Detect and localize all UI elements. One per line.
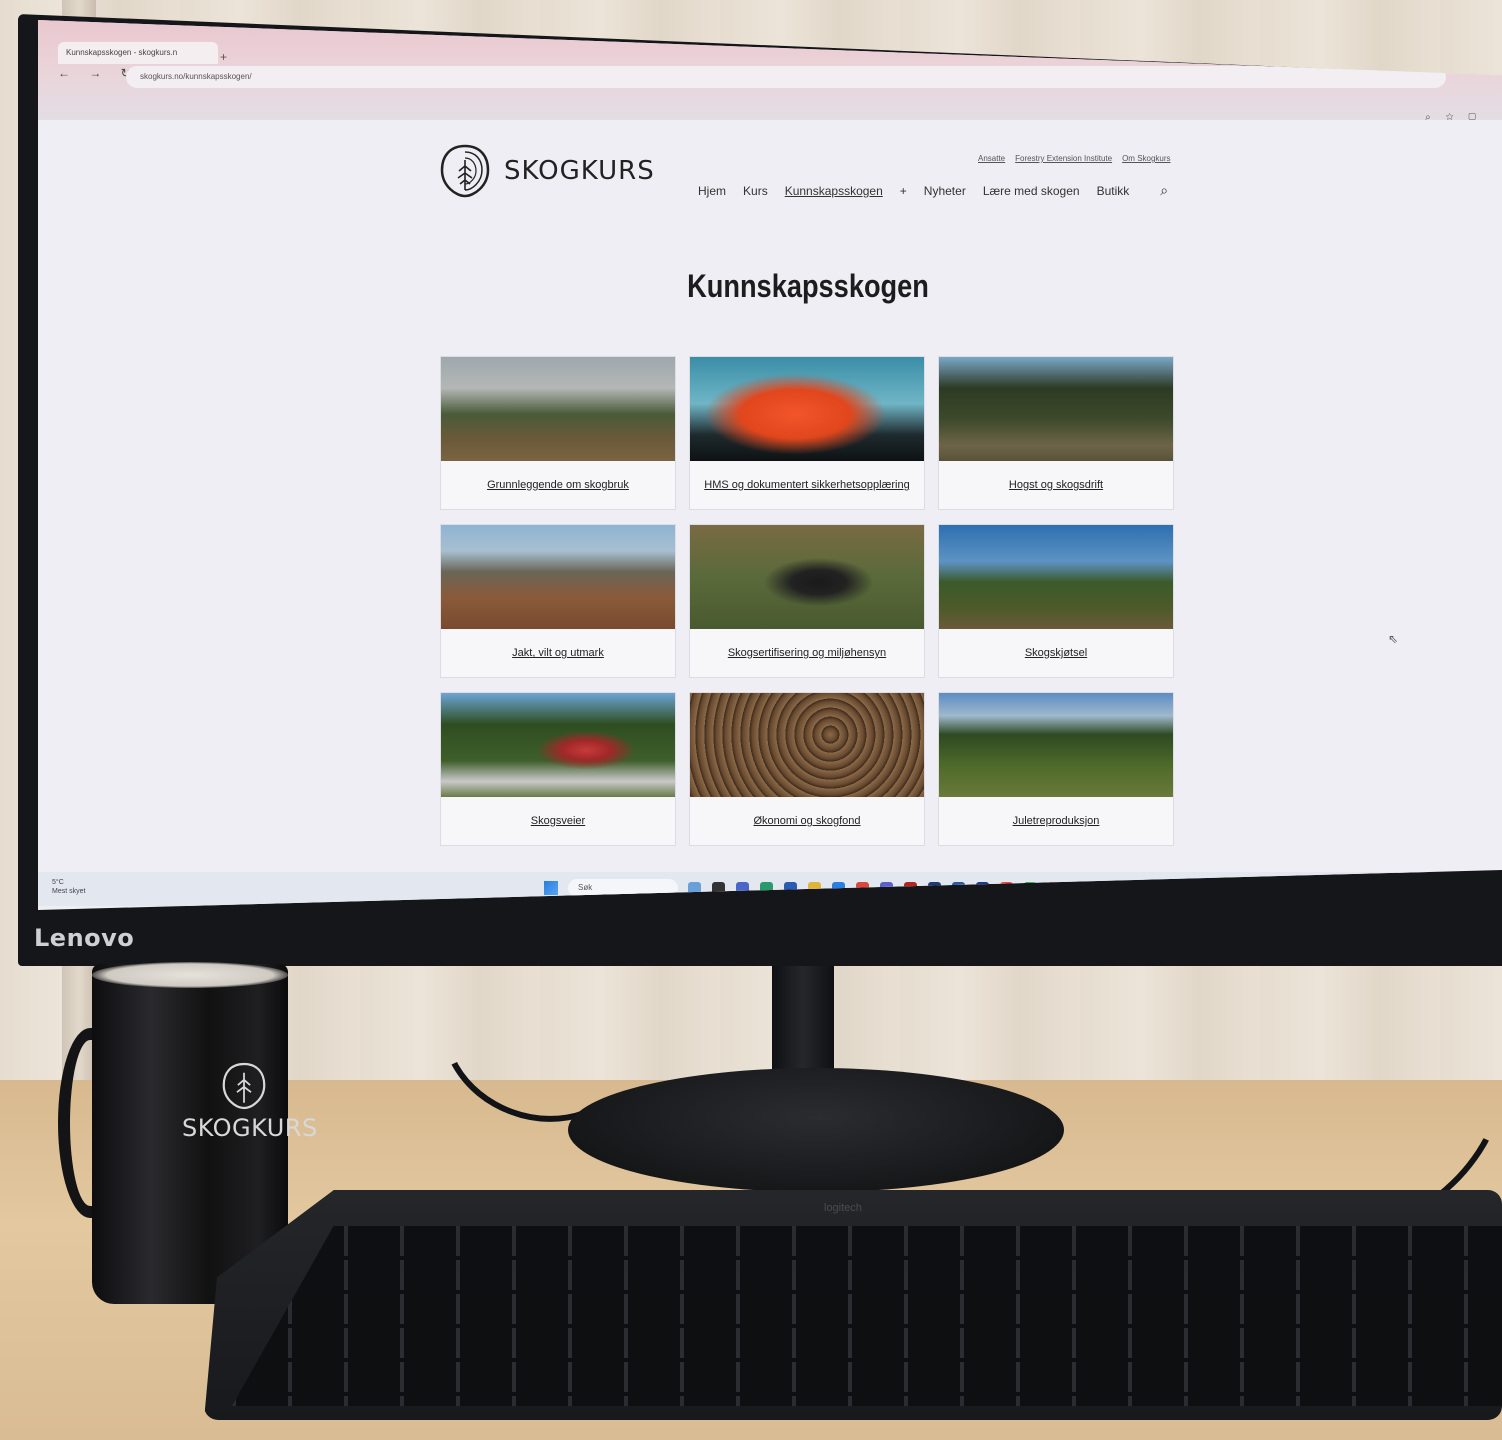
site-logo[interactable]: SKOGKURS xyxy=(440,144,655,198)
card-image[interactable] xyxy=(939,525,1173,629)
weather-widget[interactable]: 5°C Mest skyet xyxy=(52,878,85,896)
card-image[interactable] xyxy=(690,525,924,629)
card-label[interactable]: Juletreproduksjon xyxy=(939,797,1173,845)
keyboard-brand: logitech xyxy=(824,1202,862,1214)
topic-card[interactable]: Skogsertifisering og miljøhensyn xyxy=(689,524,925,678)
top-link-om[interactable]: Om Skogkurs xyxy=(1122,154,1170,163)
keyboard-keys xyxy=(232,1226,1502,1406)
nav-item-kurs[interactable]: Kurs xyxy=(743,184,768,198)
card-label[interactable]: Skogsertifisering og miljøhensyn xyxy=(690,629,924,677)
mouse-cursor-icon: ⇖ xyxy=(1388,632,1399,646)
new-tab-icon[interactable]: + xyxy=(220,50,227,64)
top-link-forestry[interactable]: Forestry Extension Institute xyxy=(1015,154,1112,163)
page-title: Kunnskapsskogen xyxy=(687,268,929,304)
card-image[interactable] xyxy=(441,693,675,797)
card-image[interactable] xyxy=(939,357,1173,461)
card-image[interactable] xyxy=(690,693,924,797)
card-image[interactable] xyxy=(690,357,924,461)
top-link-ansatte[interactable]: Ansatte xyxy=(978,154,1005,163)
topic-card[interactable]: HMS og dokumentert sikkerhetsopplæring xyxy=(689,356,925,510)
card-label[interactable]: Hogst og skogsdrift xyxy=(939,461,1173,509)
topic-card[interactable]: Skogskjøtsel xyxy=(938,524,1174,678)
logo-text: SKOGKURS xyxy=(504,156,655,186)
card-image[interactable] xyxy=(939,693,1173,797)
nav-item-nyheter[interactable]: Nyheter xyxy=(924,184,966,198)
nav-item-hjem[interactable]: Hjem xyxy=(698,184,726,198)
tree-logo-icon xyxy=(440,144,490,198)
monitor-brand: Lenovo xyxy=(34,924,135,952)
card-label[interactable]: Skogskjøtsel xyxy=(939,629,1173,677)
search-icon[interactable]: ⌕ xyxy=(1160,182,1168,199)
topic-card[interactable]: Økonomi og skogfond xyxy=(689,692,925,846)
browser-tab[interactable]: Kunnskapsskogen - skogkurs.n xyxy=(58,42,218,64)
card-label[interactable]: Skogsveier xyxy=(441,797,675,845)
card-image[interactable] xyxy=(441,357,675,461)
topic-card[interactable]: Skogsveier xyxy=(440,692,676,846)
main-nav: Hjem Kurs Kunnskapsskogen + Nyheter Lære… xyxy=(698,182,1168,199)
nav-item-kunnskapsskogen[interactable]: Kunnskapsskogen xyxy=(785,184,883,198)
weather-desc: Mest skyet xyxy=(52,888,86,895)
topic-card[interactable]: Grunnleggende om skogbruk xyxy=(440,356,676,510)
mug-tree-logo-icon xyxy=(222,1062,266,1110)
mug-rim xyxy=(92,962,288,988)
nav-expand-icon[interactable]: + xyxy=(900,184,907,198)
topic-card[interactable]: Juletreproduksjon xyxy=(938,692,1174,846)
mug-text: SKOGKURS xyxy=(182,1114,318,1142)
weather-temp: 5°C xyxy=(52,879,64,886)
monitor-base xyxy=(568,1068,1064,1192)
nav-item-laere[interactable]: Lære med skogen xyxy=(983,184,1080,198)
topic-card[interactable]: Hogst og skogsdrift xyxy=(938,356,1174,510)
card-label[interactable]: Grunnleggende om skogbruk xyxy=(441,461,675,509)
browser-toolbar-icons[interactable]: ⌕ ☆ ▢ xyxy=(1425,112,1482,123)
screen: Kunnskapsskogen - skogkurs.n + ← → ↻ sko… xyxy=(38,20,1502,910)
card-label[interactable]: HMS og dokumentert sikkerhetsopplæring xyxy=(690,461,924,509)
card-label[interactable]: Økonomi og skogfond xyxy=(690,797,924,845)
top-links: Ansatte Forestry Extension Institute Om … xyxy=(978,154,1171,163)
card-image[interactable] xyxy=(441,525,675,629)
windows-start-icon[interactable] xyxy=(544,881,558,895)
address-bar[interactable]: skogkurs.no/kunnskapsskogen/ xyxy=(126,66,1446,88)
topic-card[interactable]: Jakt, vilt og utmark xyxy=(440,524,676,678)
nav-item-butikk[interactable]: Butikk xyxy=(1097,184,1130,198)
topic-grid: Grunnleggende om skogbruk HMS og dokumen… xyxy=(440,356,1174,846)
card-label[interactable]: Jakt, vilt og utmark xyxy=(441,629,675,677)
